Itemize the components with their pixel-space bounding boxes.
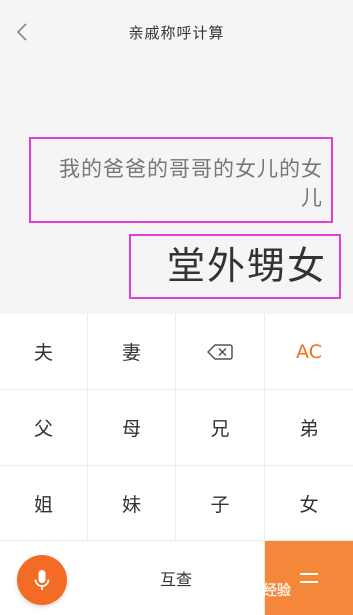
equals-icon xyxy=(300,573,318,583)
key-elder-sister[interactable]: 姐 xyxy=(0,466,88,541)
swap-lookup-button[interactable]: 互查 xyxy=(88,541,265,615)
backspace-button[interactable] xyxy=(176,314,265,390)
expression-display: 我的爸爸的哥哥的女儿的女儿 xyxy=(29,137,333,223)
key-wife[interactable]: 妻 xyxy=(88,314,176,390)
equals-button[interactable] xyxy=(265,541,353,615)
clear-all-button[interactable]: AC xyxy=(265,314,353,390)
backspace-icon xyxy=(207,343,233,360)
key-mother[interactable]: 母 xyxy=(88,390,176,466)
voice-input-button[interactable] xyxy=(17,555,67,605)
key-elder-brother[interactable]: 兄 xyxy=(176,390,265,466)
result-display: 堂外甥女 xyxy=(129,234,341,299)
key-daughter[interactable]: 女 xyxy=(265,466,353,541)
key-father[interactable]: 父 xyxy=(0,390,88,466)
key-son[interactable]: 子 xyxy=(176,466,265,541)
key-younger-sister[interactable]: 妹 xyxy=(88,466,176,541)
chevron-left-icon xyxy=(16,23,27,41)
key-husband[interactable]: 夫 xyxy=(0,314,88,390)
back-button[interactable] xyxy=(12,18,32,46)
page-title: 亲戚称呼计算 xyxy=(128,23,225,42)
top-bar: 亲戚称呼计算 xyxy=(0,0,353,64)
microphone-icon xyxy=(34,570,50,590)
key-younger-brother[interactable]: 弟 xyxy=(265,390,353,466)
